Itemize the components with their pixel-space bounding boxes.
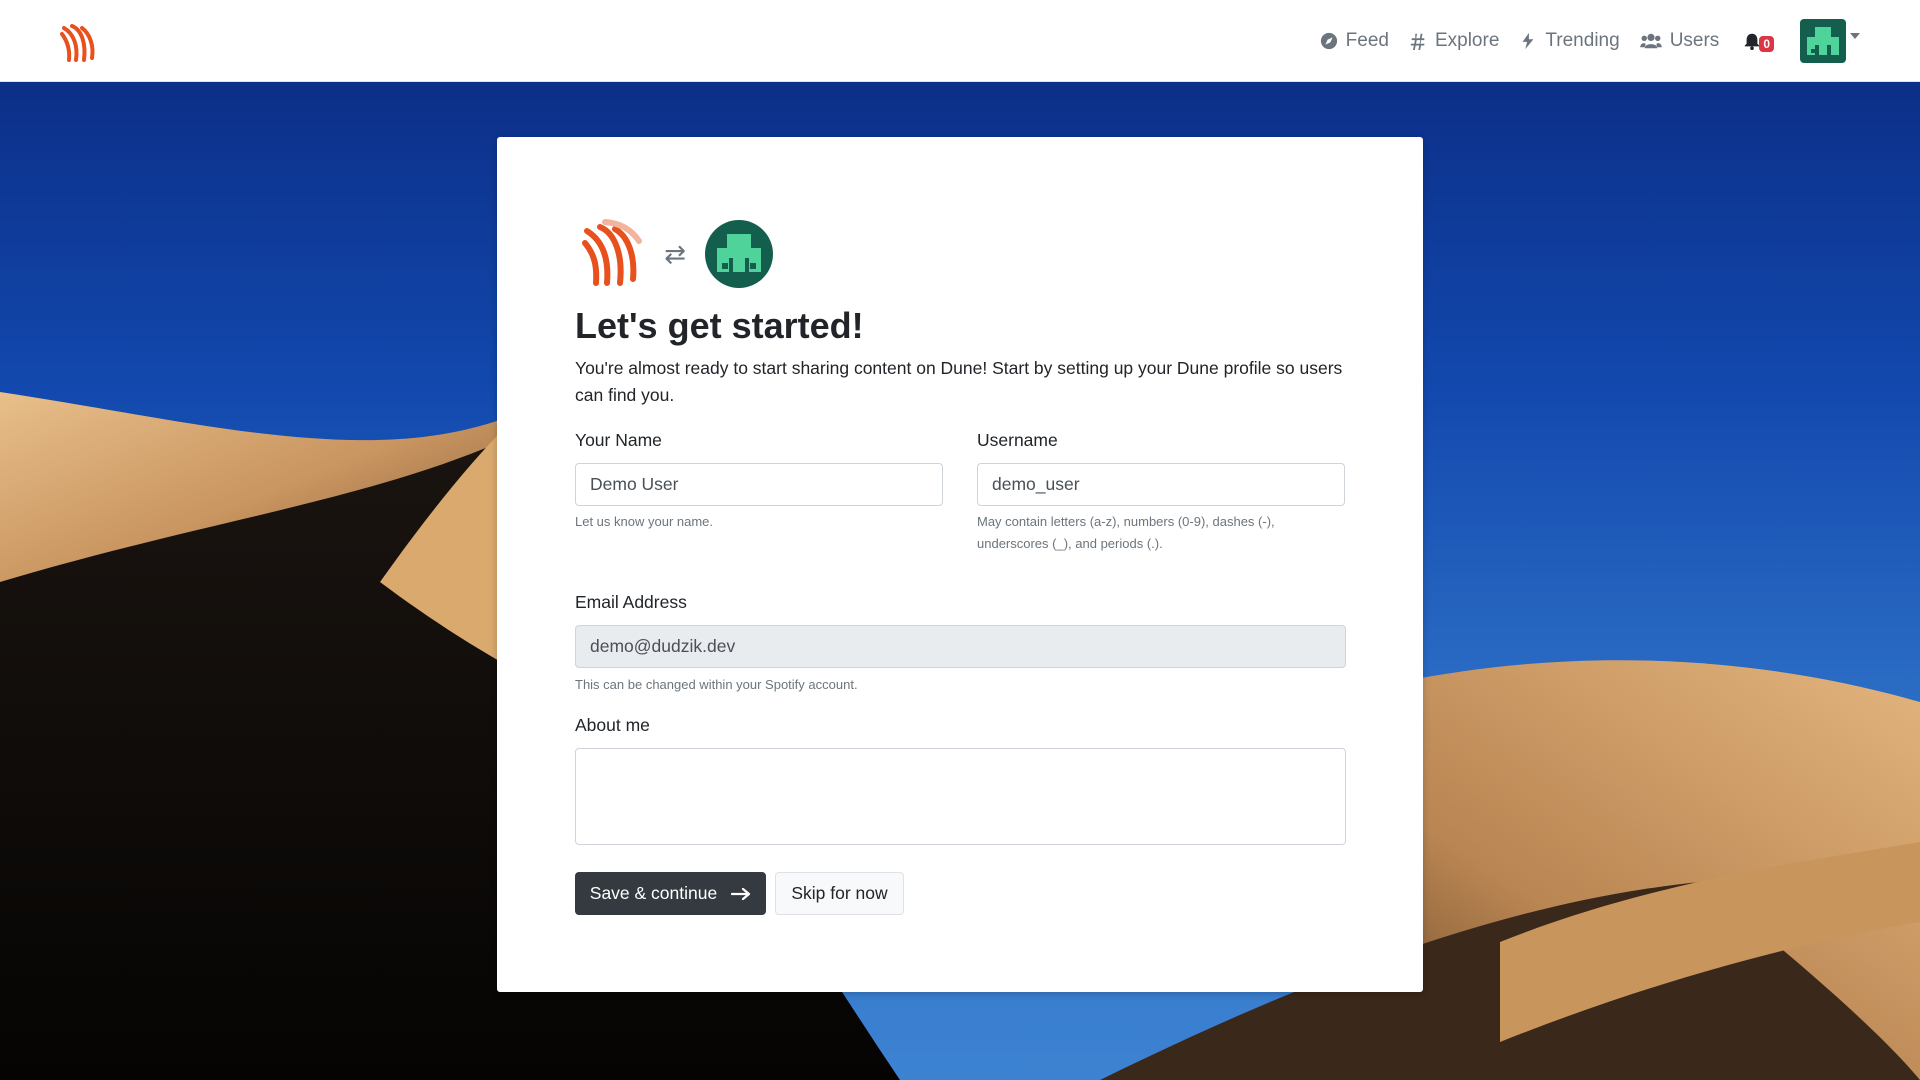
- skip-button[interactable]: Skip for now: [775, 872, 904, 915]
- username-field[interactable]: [977, 463, 1345, 506]
- nav-trending[interactable]: Trending: [1519, 30, 1620, 52]
- arrow-right-icon: [731, 887, 751, 900]
- intro-text: You're almost ready to start sharing con…: [575, 358, 1343, 405]
- onboarding-card: ⇄ Let's get started! You're almost ready…: [497, 137, 1423, 992]
- dune-logo-icon: [575, 219, 645, 289]
- bolt-icon: [1522, 32, 1534, 50]
- save-continue-button[interactable]: Save & continue: [575, 872, 766, 915]
- nav-explore[interactable]: Explore: [1409, 30, 1499, 52]
- about-textarea[interactable]: [575, 748, 1346, 845]
- notifications-button[interactable]: 0: [1743, 30, 1774, 52]
- dune-logo-icon[interactable]: [56, 20, 100, 64]
- email-help: This can be changed within your Spotify …: [575, 677, 858, 692]
- user-avatar-icon: [705, 220, 773, 288]
- username-label: Username: [977, 430, 1058, 450]
- email-label: Email Address: [575, 592, 687, 612]
- nav-explore-label: Explore: [1434, 30, 1500, 51]
- connection-logos: ⇄: [575, 219, 773, 289]
- notification-count-badge: 0: [1759, 36, 1774, 52]
- email-field: [575, 625, 1346, 668]
- nav-trending-label: Trending: [1545, 30, 1620, 51]
- users-icon: [1639, 33, 1662, 49]
- chevron-down-icon: [1850, 33, 1860, 39]
- hashtag-icon: [1410, 33, 1425, 50]
- nav-users-label: Users: [1669, 30, 1720, 51]
- nav-users[interactable]: Users: [1639, 30, 1720, 52]
- about-label: About me: [575, 715, 650, 735]
- name-label: Your Name: [575, 430, 662, 450]
- save-continue-label: Save & continue: [589, 883, 718, 903]
- name-field[interactable]: [575, 463, 943, 506]
- user-avatar-icon: [1800, 19, 1846, 63]
- swap-icon: ⇄: [664, 238, 686, 269]
- user-menu-dropdown[interactable]: [1800, 19, 1860, 63]
- compass-icon: [1320, 32, 1337, 50]
- page-title: Let's get started!: [575, 305, 864, 346]
- name-help: Let us know your name.: [575, 514, 714, 529]
- nav-menu: Feed Explore Trending Users 0: [1320, 0, 1860, 82]
- top-navbar: Feed Explore Trending Users 0: [0, 0, 1920, 82]
- username-help: May contain letters (a-z), numbers (0-9)…: [977, 514, 1275, 551]
- nav-feed[interactable]: Feed: [1320, 30, 1389, 52]
- nav-feed-label: Feed: [1345, 30, 1389, 51]
